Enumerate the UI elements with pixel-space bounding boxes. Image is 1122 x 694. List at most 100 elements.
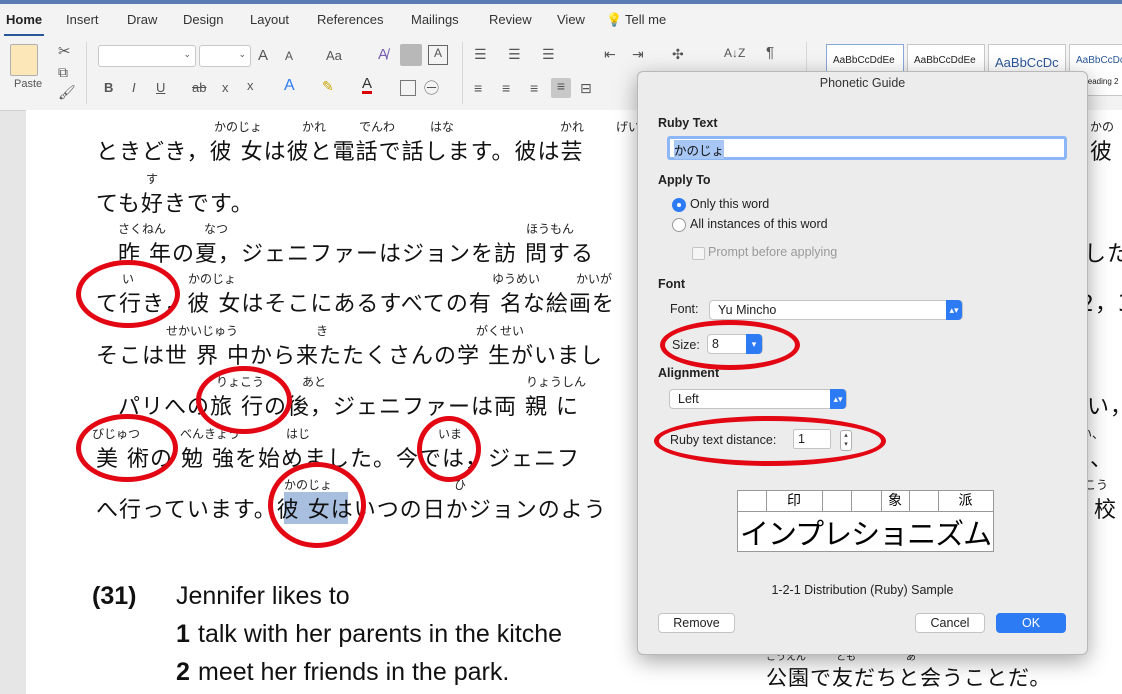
underline-button[interactable]: U [156, 80, 165, 95]
ruby-text: かのじょ [214, 120, 263, 134]
enclose-characters-icon[interactable]: ㊀ [424, 77, 439, 98]
sample-base-text: インプレショニズム [740, 517, 992, 551]
tab-review[interactable]: Review [489, 12, 532, 27]
ruby-text-value: かのじょ [674, 140, 725, 159]
annotation-circle [196, 366, 292, 434]
ruby-text-input[interactable]: かのじょ [667, 136, 1067, 160]
font-select[interactable]: Yu Mincho ▴▾ [709, 300, 963, 320]
sample-ruby-char: 派 [958, 493, 973, 509]
justify-icon[interactable]: ≡ [551, 78, 571, 98]
paragraph-line-end: 彼 [1090, 140, 1114, 165]
ruby-text: りょうしん [526, 375, 587, 389]
multilevel-list-icon[interactable]: ☰ [542, 46, 555, 63]
tab-insert[interactable]: Insert [66, 12, 99, 27]
tab-references[interactable]: References [317, 12, 383, 27]
tab-home[interactable]: Home [6, 12, 42, 27]
paste-button[interactable]: Paste [14, 78, 42, 90]
paragraph-line-end: した [1084, 242, 1122, 267]
strikethrough-button[interactable]: ab [192, 80, 206, 95]
bold-button[interactable]: B [104, 80, 113, 95]
copy-icon[interactable]: ⧉ [58, 64, 68, 81]
sample-cell [822, 491, 852, 511]
highlight-icon[interactable]: ✎ [322, 78, 334, 95]
ruby-text: がくせい [476, 324, 525, 338]
sort-icon[interactable]: A↓Z [724, 46, 745, 60]
align-left-icon[interactable]: ≡ [474, 80, 482, 96]
tab-view[interactable]: View [557, 12, 585, 27]
ok-button[interactable]: OK [996, 613, 1066, 633]
lightbulb-icon: 💡 [606, 12, 623, 27]
tab-design[interactable]: Design [183, 12, 223, 27]
paragraph-line: パリへの旅 行の後，ジェニファーは両 親 に [118, 395, 579, 420]
ruby-text: かれ [302, 120, 327, 134]
sample-cell [851, 491, 882, 511]
clear-formatting-icon[interactable]: A̸ [378, 46, 388, 63]
annotation-circle [654, 416, 886, 466]
ruby-text: き [316, 324, 329, 338]
cancel-button[interactable]: Cancel [915, 613, 985, 633]
font-size-select[interactable]: ⌄ [199, 45, 251, 67]
asian-layout-icon[interactable]: ✣ [672, 46, 684, 63]
italic-button[interactable]: I [132, 80, 136, 95]
paragraph-line: ても好きです。 [96, 192, 254, 217]
tab-draw[interactable]: Draw [127, 12, 157, 27]
character-border-icon[interactable]: A [428, 45, 448, 65]
cut-icon[interactable]: ✂ [58, 42, 71, 60]
subscript-button[interactable]: x [222, 80, 229, 95]
tab-layout[interactable]: Layout [250, 12, 289, 27]
paragraph-line: 昨 年の夏，ジェニファーはジョンを訪 問する [118, 242, 594, 267]
shrink-font-icon[interactable]: A [285, 49, 293, 63]
apply-to-heading: Apply To [658, 173, 711, 187]
annotation-circle [268, 462, 366, 548]
decrease-indent-icon[interactable]: ⇤ [604, 46, 616, 63]
text-effects-icon[interactable] [400, 44, 422, 66]
sample-ruby-char: 象 [881, 491, 910, 511]
distributed-icon[interactable]: ⊟ [580, 80, 592, 97]
all-instances-radio[interactable] [672, 218, 686, 232]
font-label: Font: [670, 302, 699, 316]
option-number: 1 [176, 620, 190, 648]
annotation-circle [660, 320, 800, 370]
sample-ruby-char: 印 [766, 491, 823, 511]
chevron-updown-icon: ▴▾ [946, 300, 962, 320]
remove-button[interactable]: Remove [658, 613, 735, 633]
font-color-button[interactable]: A [362, 76, 373, 94]
annotation-circle [417, 416, 481, 482]
ruby-text: あと [302, 375, 327, 389]
ruby-text: かれ [560, 120, 585, 134]
option-number: 2 [176, 658, 190, 686]
answer-text: 公園で友だちと会うことだ。 [766, 666, 1052, 690]
text-effects-button[interactable]: A [284, 77, 295, 95]
tell-me-search[interactable]: Tell me [625, 12, 666, 27]
align-right-icon[interactable]: ≡ [530, 80, 538, 96]
numbering-icon[interactable]: ☰ [508, 46, 521, 63]
alignment-select[interactable]: Left ▴▾ [669, 389, 847, 409]
tab-mailings[interactable]: Mailings [411, 12, 459, 27]
font-name-select[interactable]: ⌄ [98, 45, 196, 67]
prompt-before-applying-checkbox[interactable] [692, 247, 705, 260]
paragraph-line-end: 校 [1094, 498, 1118, 523]
grow-font-icon[interactable]: A [258, 47, 268, 64]
clipboard-icon[interactable] [10, 44, 38, 76]
show-formatting-icon[interactable]: ¶ [766, 44, 774, 61]
ruby-text: はな [430, 120, 455, 134]
only-this-word-radio[interactable] [672, 198, 686, 212]
ruby-text: かのじょ [188, 272, 237, 286]
annotation-circle [76, 414, 178, 482]
format-painter-icon[interactable]: 🖌 [58, 84, 76, 101]
align-center-icon[interactable]: ≡ [502, 80, 510, 96]
phonetic-guide-dialog: Phonetic Guide Ruby Text かのじょ Apply To O… [637, 71, 1088, 655]
character-shading-icon[interactable] [400, 80, 416, 96]
alignment-select-value: Left [678, 392, 699, 406]
question-number: (31) [92, 582, 137, 610]
option-text: talk with her parents in the kitche [198, 620, 563, 648]
paragraph-line-end: 、 [1090, 447, 1114, 472]
superscript-button[interactable]: x [247, 78, 254, 93]
ruby-text: はじ [286, 427, 311, 441]
annotation-circle [76, 260, 180, 328]
increase-indent-icon[interactable]: ⇥ [632, 46, 644, 63]
bullets-icon[interactable]: ☰ [474, 46, 487, 63]
change-case-button[interactable]: Aa [326, 48, 342, 63]
style-normal-sample: AaBbCcDdEe [833, 55, 895, 66]
sample-caption: 1-2-1 Distribution (Ruby) Sample [771, 583, 954, 597]
